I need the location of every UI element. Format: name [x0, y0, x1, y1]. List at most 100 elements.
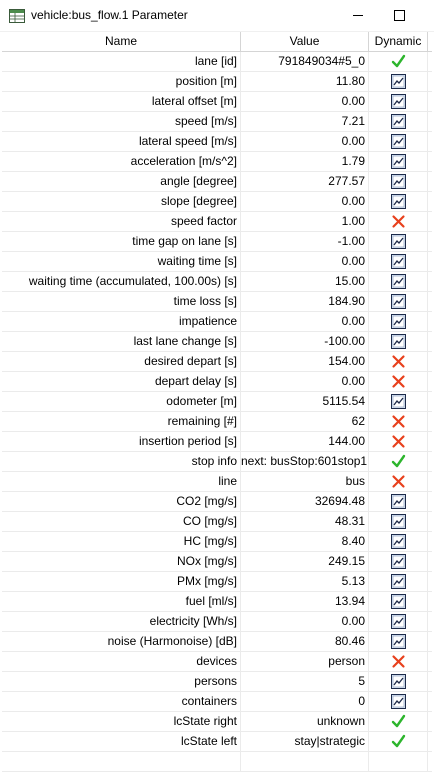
- chart-icon[interactable]: [391, 554, 406, 569]
- chart-icon[interactable]: [391, 114, 406, 129]
- table-row[interactable]: PMx [mg/s] 5.13: [2, 572, 432, 592]
- table-row[interactable]: waiting time [s] 0.00: [2, 252, 432, 272]
- cross-icon: [391, 654, 406, 669]
- table-row[interactable]: devices person: [2, 652, 432, 672]
- column-header-name[interactable]: Name: [2, 32, 241, 51]
- chart-icon[interactable]: [391, 94, 406, 109]
- param-dynamic: [369, 732, 428, 751]
- column-header-dynamic[interactable]: Dynamic: [369, 32, 428, 51]
- window-title: vehicle:bus_flow.1 Parameter: [31, 8, 188, 22]
- check-icon: [391, 454, 406, 469]
- table-row[interactable]: stop info next: busStop:601stop1: [2, 452, 432, 472]
- chart-icon[interactable]: [391, 574, 406, 589]
- param-value: 80.46: [241, 632, 369, 651]
- chart-icon[interactable]: [391, 174, 406, 189]
- param-value: -100.00: [241, 332, 369, 351]
- cross-icon: [391, 474, 406, 489]
- table-row[interactable]: insertion period [s] 144.00: [2, 432, 432, 452]
- param-dynamic: [369, 112, 428, 131]
- chart-icon[interactable]: [391, 534, 406, 549]
- table-row[interactable]: lcState right unknown: [2, 712, 432, 732]
- table-row[interactable]: lateral speed [m/s] 0.00: [2, 132, 432, 152]
- chart-icon[interactable]: [391, 394, 406, 409]
- chart-icon[interactable]: [391, 634, 406, 649]
- table-row[interactable]: NOx [mg/s] 249.15: [2, 552, 432, 572]
- table-row[interactable]: speed [m/s] 7.21: [2, 112, 432, 132]
- param-name: time gap on lane [s]: [2, 232, 241, 251]
- param-dynamic: [369, 172, 428, 191]
- table-row[interactable]: electricity [Wh/s] 0.00: [2, 612, 432, 632]
- param-value: 13.94: [241, 592, 369, 611]
- title-bar: vehicle:bus_flow.1 Parameter: [0, 0, 434, 32]
- param-dynamic: [369, 192, 428, 211]
- table-row[interactable]: slope [degree] 0.00: [2, 192, 432, 212]
- chart-icon[interactable]: [391, 274, 406, 289]
- param-name: impatience: [2, 312, 241, 331]
- table-row[interactable]: speed factor 1.00: [2, 212, 432, 232]
- chart-icon[interactable]: [391, 514, 406, 529]
- maximize-button[interactable]: [376, 0, 422, 31]
- table-row[interactable]: noise (Harmonoise) [dB] 80.46: [2, 632, 432, 652]
- chart-icon[interactable]: [391, 614, 406, 629]
- param-name: odometer [m]: [2, 392, 241, 411]
- table-row[interactable]: lateral offset [m] 0.00: [2, 92, 432, 112]
- param-dynamic: [369, 132, 428, 151]
- table-row[interactable]: remaining [#] 62: [2, 412, 432, 432]
- chart-icon[interactable]: [391, 594, 406, 609]
- cross-icon: [391, 214, 406, 229]
- param-value: 184.90: [241, 292, 369, 311]
- table-row[interactable]: last lane change [s] -100.00: [2, 332, 432, 352]
- chart-icon[interactable]: [391, 74, 406, 89]
- chart-icon[interactable]: [391, 494, 406, 509]
- chart-icon[interactable]: [391, 294, 406, 309]
- table-row[interactable]: line bus: [2, 472, 432, 492]
- table-row[interactable]: persons 5: [2, 672, 432, 692]
- param-dynamic: [369, 592, 428, 611]
- cross-icon: [391, 414, 406, 429]
- table-row[interactable]: time loss [s] 184.90: [2, 292, 432, 312]
- chart-icon[interactable]: [391, 154, 406, 169]
- param-dynamic: [369, 532, 428, 551]
- table-row[interactable]: fuel [ml/s] 13.94: [2, 592, 432, 612]
- table-row[interactable]: lcState left stay|strategic: [2, 732, 432, 752]
- param-name: position [m]: [2, 72, 241, 91]
- chart-icon[interactable]: [391, 234, 406, 249]
- param-name: slope [degree]: [2, 192, 241, 211]
- table-row[interactable]: desired depart [s] 154.00: [2, 352, 432, 372]
- minimize-icon: [353, 15, 363, 16]
- table-row[interactable]: odometer [m] 5115.54: [2, 392, 432, 412]
- table-row[interactable]: CO2 [mg/s] 32694.48: [2, 492, 432, 512]
- table-row[interactable]: lane [id] 791849034#5_0: [2, 52, 432, 72]
- param-value: 32694.48: [241, 492, 369, 511]
- table-header: Name Value Dynamic: [2, 32, 432, 52]
- param-name: stop info: [2, 452, 241, 471]
- chart-icon[interactable]: [391, 674, 406, 689]
- chart-icon[interactable]: [391, 314, 406, 329]
- param-name: speed [m/s]: [2, 112, 241, 131]
- table-row[interactable]: containers 0: [2, 692, 432, 712]
- param-value: 0.00: [241, 312, 369, 331]
- param-dynamic: [369, 672, 428, 691]
- param-dynamic: [369, 232, 428, 251]
- table-row[interactable]: waiting time (accumulated, 100.00s) [s] 1…: [2, 272, 432, 292]
- table-row[interactable]: HC [mg/s] 8.40: [2, 532, 432, 552]
- param-value: person: [241, 652, 369, 671]
- table-row[interactable]: depart delay [s] 0.00: [2, 372, 432, 392]
- chart-icon[interactable]: [391, 134, 406, 149]
- table-row[interactable]: acceleration [m/s^2] 1.79: [2, 152, 432, 172]
- column-header-value[interactable]: Value: [241, 32, 369, 51]
- param-value: 0.00: [241, 612, 369, 631]
- table-row[interactable]: angle [degree] 277.57: [2, 172, 432, 192]
- table-row[interactable]: time gap on lane [s] -1.00: [2, 232, 432, 252]
- param-name: noise (Harmonoise) [dB]: [2, 632, 241, 651]
- table-row[interactable]: impatience 0.00: [2, 312, 432, 332]
- chart-icon[interactable]: [391, 194, 406, 209]
- param-name: lane [id]: [2, 52, 241, 71]
- table-row[interactable]: position [m] 11.80: [2, 72, 432, 92]
- chart-icon[interactable]: [391, 254, 406, 269]
- table-row[interactable]: CO [mg/s] 48.31: [2, 512, 432, 532]
- chart-icon[interactable]: [391, 334, 406, 349]
- param-value: 0: [241, 692, 369, 711]
- param-dynamic: [369, 312, 428, 331]
- chart-icon[interactable]: [391, 694, 406, 709]
